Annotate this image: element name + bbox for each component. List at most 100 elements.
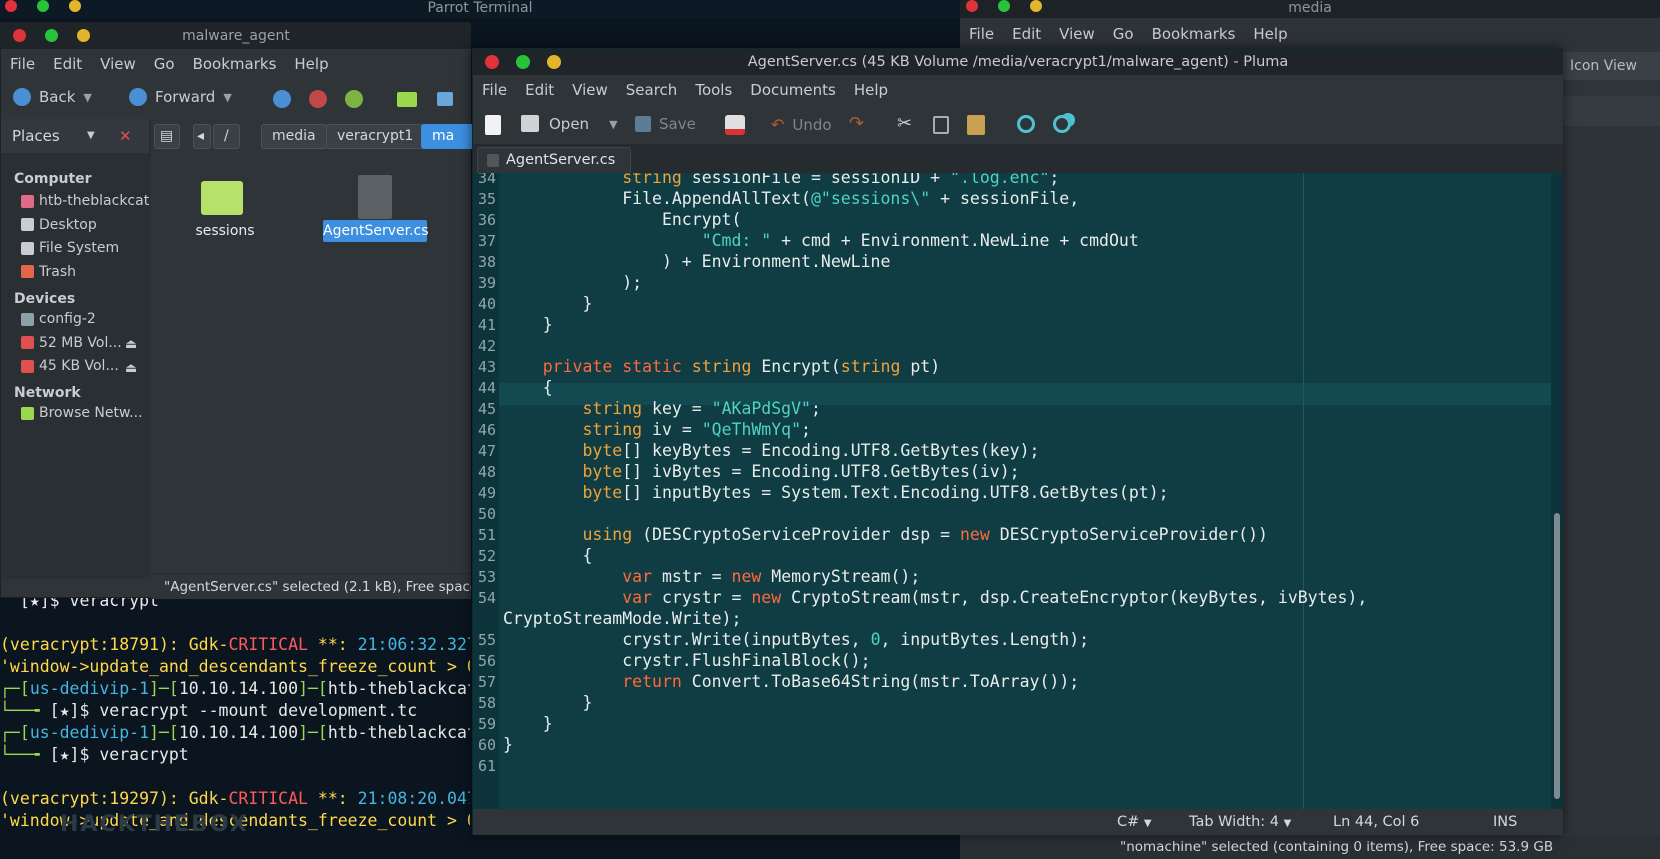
open-button[interactable]: Open ▼ <box>521 115 618 133</box>
editor-menu-edit[interactable]: Edit <box>516 81 563 99</box>
media-menu-go[interactable]: Go <box>1104 25 1143 43</box>
file-name-agentserver[interactable]: AgentServer.cs <box>323 220 429 242</box>
code-token: crystr = <box>652 588 752 607</box>
copy-icon[interactable] <box>933 116 949 134</box>
editor-menu-help[interactable]: Help <box>845 81 897 99</box>
place-icon <box>21 241 34 255</box>
cut-icon[interactable]: ✂ <box>897 113 912 134</box>
close-sidebar-icon[interactable]: ✕ <box>119 119 132 153</box>
eject-icon[interactable]: ⏏ <box>125 361 137 376</box>
media-minimize-button[interactable] <box>1030 0 1042 12</box>
back-button[interactable]: Back ▼ <box>13 88 92 106</box>
code-view[interactable]: 34 string sessionFile = sessionID + ".lo… <box>473 173 1563 809</box>
computer-icon[interactable] <box>437 92 453 106</box>
search-replace-icon[interactable] <box>1053 115 1071 133</box>
code-token: Convert.ToBase64String(mstr.ToArray()); <box>681 672 1080 691</box>
tab-agentserver[interactable]: AgentServer.cs ✕ <box>477 147 631 192</box>
line-number: 47 <box>477 442 496 460</box>
sidebar-item-52-mb-vol-[interactable]: 52 MB Vol... <box>21 335 122 351</box>
folder-icon[interactable] <box>201 181 243 215</box>
terminal-close-button[interactable] <box>5 0 17 12</box>
terminal-output[interactable]: [★]$ veracrypt (veracrypt:18791): Gdk-CRI… <box>0 590 470 832</box>
line-number: 39 <box>477 274 496 292</box>
fm-menu-bookmarks[interactable]: Bookmarks <box>184 55 286 73</box>
code-line: var crystr = new CryptoStream(mstr, dsp.… <box>503 587 1367 609</box>
vertical-scrollbar[interactable] <box>1551 173 1563 809</box>
language-select[interactable]: C# ▼ <box>1117 809 1152 837</box>
places-header[interactable]: Places ▼ ✕ <box>1 119 149 153</box>
media-menu-edit[interactable]: Edit <box>1003 25 1050 43</box>
fm-menu-file[interactable]: File <box>1 55 44 73</box>
code-line: byte[] keyBytes = Encoding.UTF8.GetBytes… <box>503 440 1039 462</box>
text-file-icon[interactable] <box>358 175 392 219</box>
fm-menu-help[interactable]: Help <box>285 55 337 73</box>
fm-menu-go[interactable]: Go <box>145 55 184 73</box>
paste-icon[interactable] <box>967 115 985 135</box>
fm-close-button[interactable] <box>13 29 26 42</box>
icon-view-select[interactable]: Icon View <box>1562 52 1660 80</box>
file-view[interactable]: sessions AgentServer.cs <box>151 153 471 579</box>
pluma-editor-window[interactable]: AgentServer.cs (45 KB Volume /media/vera… <box>472 48 1563 837</box>
reload-icon[interactable] <box>345 90 363 108</box>
fm-menu-view[interactable]: View <box>91 55 145 73</box>
redo-icon[interactable]: ↷ <box>849 113 864 134</box>
undo-button[interactable]: ↶ Undo <box>771 115 832 134</box>
media-close-button[interactable] <box>966 0 978 12</box>
media-menu-file[interactable]: File <box>960 25 1003 43</box>
sidebar-item-config-2[interactable]: config-2 <box>21 311 96 327</box>
path-bar: ▤ ◂ / media veracrypt1 ma <box>151 119 481 153</box>
sidebar-item-file-system[interactable]: File System <box>21 240 119 256</box>
scrollbar-thumb[interactable] <box>1554 513 1560 799</box>
sidebar-item-htb-theblackcat[interactable]: htb-theblackcat <box>21 193 149 209</box>
eject-icon[interactable]: ⏏ <box>125 337 137 352</box>
code-token: ); <box>503 273 643 292</box>
path-crumb-veracrypt1[interactable]: veracrypt1 <box>326 124 425 149</box>
sidebar-item-45-kb-vol-[interactable]: 45 KB Vol... <box>21 358 119 374</box>
places-sidebar: Places ▼ ✕ Computer htb-theblackcat Desktop… <box>1 119 151 579</box>
chevron-down-icon[interactable]: ▼ <box>87 119 95 153</box>
media-maximize-button[interactable] <box>998 0 1010 12</box>
path-crumb-media[interactable]: media <box>261 124 327 149</box>
sidebar-item-desktop[interactable]: Desktop <box>21 217 97 233</box>
editor-maximize-button[interactable] <box>516 55 530 69</box>
path-left-arrow-icon[interactable]: ◂ <box>193 124 211 149</box>
media-menu-bookmarks[interactable]: Bookmarks <box>1143 25 1245 43</box>
editor-menu-view[interactable]: View <box>563 81 617 99</box>
new-document-icon[interactable] <box>485 115 501 135</box>
terminal-minimize-button[interactable] <box>69 0 81 12</box>
code-line: byte[] ivBytes = Encoding.UTF8.GetBytes(… <box>503 461 1019 483</box>
editor-menu-tools[interactable]: Tools <box>686 81 741 99</box>
code-token: static <box>622 357 682 376</box>
media-menu-help[interactable]: Help <box>1244 25 1296 43</box>
malware-agent-file-manager-window[interactable]: malware_agent File Edit View Go Bookmarks Hel… <box>0 22 481 599</box>
media-menu-view[interactable]: View <box>1050 25 1104 43</box>
stop-icon[interactable] <box>309 90 327 108</box>
code-token: ; <box>1049 173 1060 187</box>
path-crumb-root[interactable]: / <box>213 124 240 149</box>
home-icon[interactable] <box>397 92 417 107</box>
file-name-sessions[interactable]: sessions <box>195 223 255 239</box>
fm-maximize-button[interactable] <box>45 29 58 42</box>
sidebar-item-browse-netw-[interactable]: Browse Netw... <box>21 405 143 421</box>
code-line: File.AppendAllText(@"sessions\" + sessio… <box>503 188 1079 210</box>
code-token: ; <box>810 399 821 418</box>
sidebar-item-trash[interactable]: Trash <box>21 264 76 280</box>
search-icon[interactable] <box>1017 115 1035 133</box>
editor-close-button[interactable] <box>485 55 499 69</box>
fm-menu-edit[interactable]: Edit <box>44 55 91 73</box>
code-line: { <box>503 545 592 567</box>
save-button[interactable]: Save <box>635 115 696 133</box>
up-icon[interactable] <box>273 90 291 108</box>
terminal-maximize-button[interactable] <box>37 0 49 12</box>
print-icon[interactable] <box>725 115 745 135</box>
editor-minimize-button[interactable] <box>547 55 561 69</box>
tab-width-select[interactable]: Tab Width: 4 ▼ <box>1189 809 1291 837</box>
editor-menu-file[interactable]: File <box>473 81 516 99</box>
fm-minimize-button[interactable] <box>77 29 90 42</box>
editor-menu-documents[interactable]: Documents <box>741 81 845 99</box>
editor-menu-search[interactable]: Search <box>617 81 687 99</box>
forward-button[interactable]: Forward ▼ <box>129 88 232 106</box>
toggle-location-icon[interactable]: ▤ <box>154 124 180 149</box>
terminal-text: CRITICAL <box>228 635 308 654</box>
